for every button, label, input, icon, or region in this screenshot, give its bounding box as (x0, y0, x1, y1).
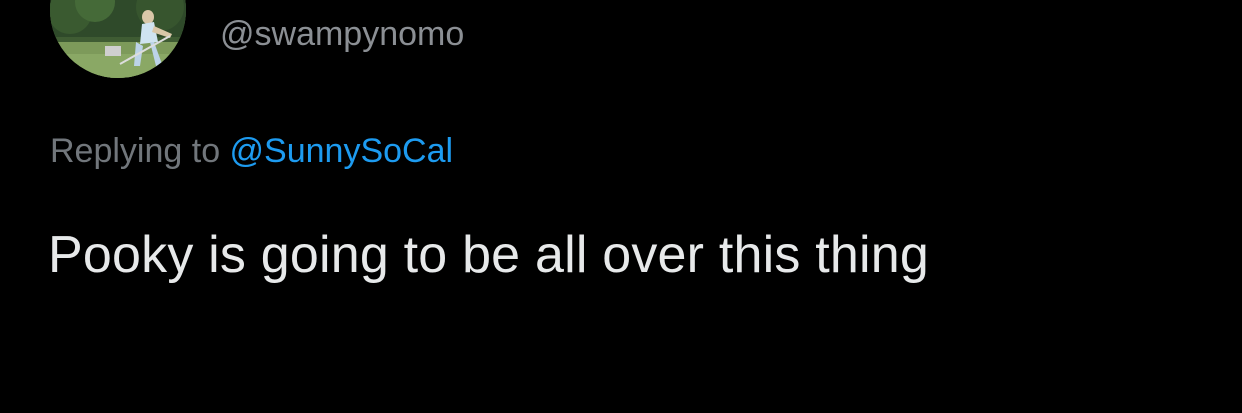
replying-to-line: Replying to @SunnySoCal (50, 128, 453, 174)
tweet-text: Pooky is going to be all over this thing (48, 226, 929, 284)
replying-to-label: Replying to (50, 132, 230, 170)
replying-to-handle-link[interactable]: @SunnySoCal (230, 132, 454, 170)
avatar[interactable] (50, 0, 186, 78)
username-handle[interactable]: @swampynomo (220, 12, 464, 56)
tweet: @swampynomo Replying to @SunnySoCal Pook… (0, 0, 1242, 413)
profile-photo-icon (50, 0, 186, 78)
